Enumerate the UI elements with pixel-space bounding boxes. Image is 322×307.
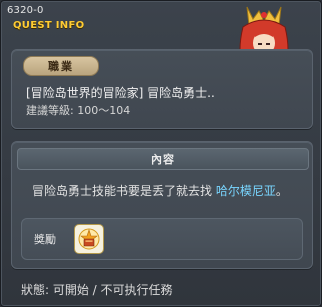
job-panel: 職業 [冒险岛世界的冒险家] 冒险岛勇士.. 建議等級: 100～104	[11, 49, 313, 129]
content-panel: 內容 冒险岛勇士技能书要是丢了就去找 哈尔模尼亚。 獎勵	[11, 141, 313, 269]
quest-info-title: QUEST INFO	[13, 20, 85, 31]
npc-name-link[interactable]: 哈尔模尼亚	[216, 184, 276, 198]
quest-description: 冒险岛勇士技能书要是丢了就去找 哈尔模尼亚。	[32, 182, 288, 199]
job-name: [冒险岛世界的冒险家] 冒险岛勇士..	[26, 86, 215, 100]
recommended-level: 建議等級: 100～104	[26, 104, 131, 117]
description-text: 冒险岛勇士技能书要是丢了就去找	[32, 184, 216, 198]
quest-id: 6320-0	[7, 5, 44, 16]
quest-info-window: 6320-0 QUEST INFO 職業 [冒险岛世界的冒险家] 冒险岛勇士..…	[0, 0, 322, 307]
reward-item-slot[interactable]	[74, 224, 104, 254]
skill-book-icon	[78, 228, 100, 250]
quest-status: 狀態: 可開始 / 不可执行任務	[21, 283, 173, 297]
reward-row: 獎勵	[21, 218, 303, 260]
job-label-pill: 職業	[23, 56, 99, 76]
content-header: 內容	[17, 148, 309, 170]
description-end: 。	[275, 184, 288, 198]
reward-label: 獎勵	[34, 233, 56, 246]
